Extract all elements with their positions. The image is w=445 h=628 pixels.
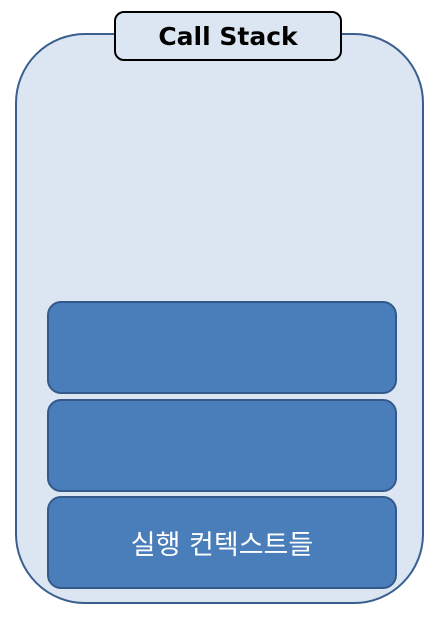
stack-frame-top [47,301,397,394]
stack-frame-bottom: 실행 컨텍스트들 [47,496,397,589]
call-stack-title: Call Stack [114,11,342,61]
stack-frame-middle [47,399,397,492]
